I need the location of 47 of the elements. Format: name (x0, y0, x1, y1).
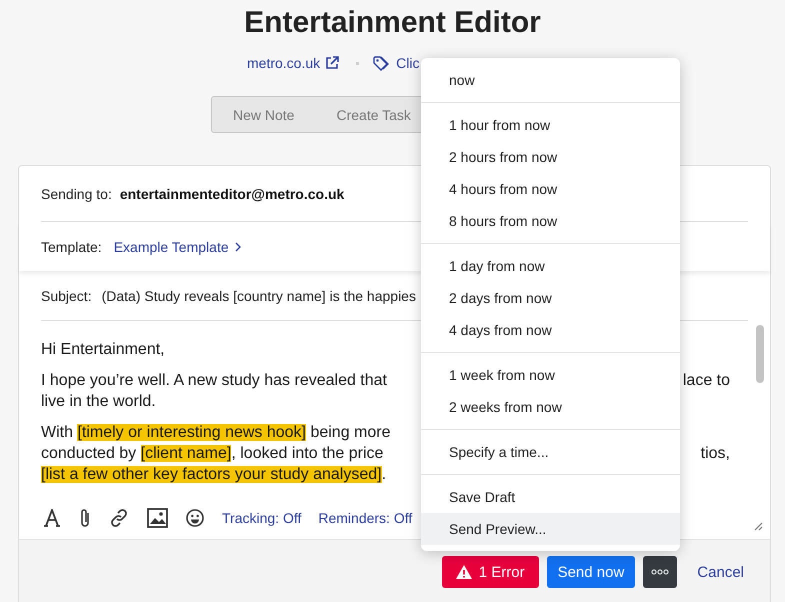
menu-item[interactable]: Save Draft (421, 481, 680, 513)
menu-item[interactable]: Send Preview... (421, 513, 680, 545)
menu-item[interactable]: now (421, 64, 680, 96)
body-text-fragment: lace to (682, 371, 731, 391)
smiley-icon[interactable] (186, 509, 204, 527)
scrollbar-thumb[interactable] (756, 325, 764, 383)
menu-item[interactable]: 4 days from now (421, 314, 680, 346)
body-text-line: live in the world. (41, 392, 156, 412)
menu-item[interactable]: 1 day from now (421, 250, 680, 282)
reminders-toggle[interactable]: Reminders: Off (318, 510, 412, 526)
subject-text[interactable]: (Data) Study reveals [country name] is the happies (102, 288, 416, 304)
menu-item[interactable]: 2 weeks from now (421, 391, 680, 423)
tracking-toggle[interactable]: Tracking: Off (222, 510, 302, 526)
add-tags-link[interactable]: Clic (396, 55, 420, 71)
text-format-icon[interactable] (43, 509, 61, 527)
menu-item[interactable]: 2 hours from now (421, 141, 680, 173)
more-icon (651, 569, 670, 575)
menu-item[interactable]: 2 days from now (421, 282, 680, 314)
field-label: Sending to: (41, 186, 112, 202)
body-text-line: [list a few other key factors your study analysed]. (41, 465, 386, 485)
resize-handle-icon[interactable] (754, 522, 763, 531)
website-link[interactable]: metro.co.uk (247, 55, 320, 71)
more-options-button[interactable] (643, 556, 678, 588)
menu-item[interactable]: 4 hours from now (421, 173, 680, 205)
greeting-text: Hi Entertainment, (41, 340, 166, 360)
send-now-button[interactable]: Send now (546, 556, 636, 588)
chevron-right-icon (234, 242, 241, 252)
paperclip-icon[interactable] (79, 508, 91, 528)
template-link[interactable]: Example Template (114, 238, 229, 254)
menu-item[interactable]: 8 hours from now (421, 205, 680, 237)
link-icon[interactable] (109, 508, 129, 528)
body-text-fragment: tios, (700, 444, 731, 464)
external-link-icon (325, 56, 340, 70)
page-title: Entertainment Editor (243, 5, 542, 41)
menu-item[interactable]: 1 week from now (421, 359, 680, 391)
menu-item[interactable]: Specify a time... (421, 436, 680, 468)
body-text-line: conducted by [client name], looked into the price (41, 444, 384, 464)
error-button[interactable]: 1 Error (442, 556, 539, 588)
body-text-line: With [timely or interesting news hook] being more (41, 423, 390, 443)
image-icon[interactable] (147, 508, 168, 528)
cancel-link[interactable]: Cancel (697, 564, 744, 581)
recipient-address: entertainmenteditor@metro.co.uk (120, 186, 344, 202)
tab[interactable]: New Note (212, 97, 316, 132)
body-text-line: I hope you’re well. A new study has revealed that (41, 371, 387, 391)
field-label: Subject: (41, 288, 92, 304)
warning-icon (456, 565, 472, 579)
field-label: Template: (41, 238, 102, 254)
